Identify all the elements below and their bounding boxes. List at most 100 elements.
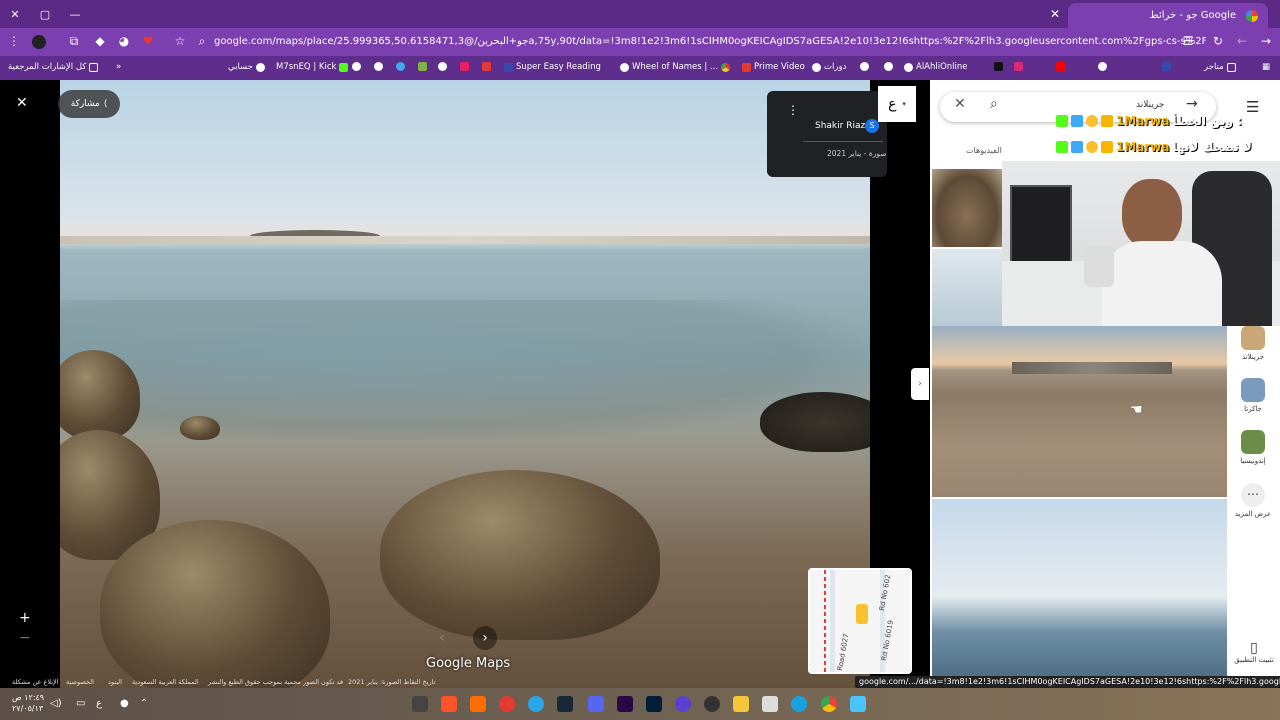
street-view-photo[interactable]: Google Maps (60, 80, 870, 688)
bookmark-blue[interactable] (1162, 62, 1171, 71)
browser-tab-active[interactable]: ✕ جو - خرائط Google (1050, 3, 1268, 28)
contributor-name[interactable]: Shakir Riaz (815, 121, 865, 131)
directions-arrow-icon[interactable]: → (1186, 96, 1198, 112)
edge-icon[interactable] (791, 696, 807, 712)
zoom-in-button[interactable]: + (19, 610, 31, 626)
forward-icon[interactable]: ← (1234, 34, 1250, 48)
extension-heart-icon[interactable]: ♥ (140, 34, 156, 48)
bookmark-courses[interactable]: دورات (812, 62, 846, 72)
bookmark-star-icon[interactable]: ☆ (172, 34, 188, 48)
install-app-button[interactable]: ▯ تثبيت التطبيق (1232, 640, 1276, 664)
prime-icon (742, 62, 751, 72)
zoom-out-button[interactable]: − (19, 630, 31, 646)
app-icon[interactable] (412, 696, 428, 712)
discord-icon[interactable] (588, 696, 604, 712)
chrome-icon[interactable] (821, 696, 837, 712)
bookmark-download[interactable] (418, 62, 427, 71)
close-window-icon[interactable]: ✕ (0, 0, 30, 28)
back-icon[interactable]: → (1258, 34, 1274, 48)
bookmark-globe-6[interactable] (1098, 62, 1107, 71)
extension-icon[interactable] (32, 35, 46, 49)
bookmark-edge[interactable] (396, 62, 405, 71)
search-input[interactable]: جرينلاند (1136, 100, 1164, 110)
speaker-icon[interactable]: ◁) (50, 698, 62, 709)
bookmark-instagram[interactable] (1014, 62, 1023, 71)
clear-search-icon[interactable]: ✕ (954, 96, 966, 112)
badge-icon (1086, 115, 1098, 127)
tab-videos[interactable]: الفيديوهات (966, 146, 1002, 155)
extension-diamond-icon[interactable]: ◆ (92, 34, 108, 48)
app-icon[interactable] (499, 696, 515, 712)
menu-dots-icon[interactable]: ⋮ (6, 34, 22, 48)
minimize-window-icon[interactable]: — (60, 0, 90, 28)
bookmark-kick[interactable]: M7snEQ | Kick (276, 62, 349, 72)
restore-window-icon[interactable]: ▢ (30, 0, 60, 28)
close-tab-icon[interactable]: ✕ (1050, 7, 1060, 21)
close-viewer-icon[interactable]: ✕ (16, 95, 28, 111)
microphone-icon[interactable]: ● (120, 698, 129, 709)
bookmark-all[interactable]: كل الإشارات المرجعية (8, 62, 99, 72)
bookmark-red[interactable] (482, 62, 491, 71)
photo-thumbnail[interactable] (932, 169, 1002, 247)
photoshop-icon[interactable] (646, 696, 662, 712)
language-toggle[interactable]: ع ▾ (878, 86, 916, 122)
bookmarks-overflow-icon[interactable]: » (116, 62, 121, 72)
category-greenland[interactable]: جرينلاند (1233, 326, 1273, 361)
app-icon[interactable] (675, 696, 691, 712)
photo-thumbnail-beach[interactable]: ☚ (932, 326, 1227, 497)
site-settings-icon[interactable]: ☰ (1180, 34, 1196, 48)
brave-icon[interactable] (441, 696, 457, 712)
bookmark-my-account[interactable]: حسابي (228, 62, 265, 72)
premiere-icon[interactable] (617, 696, 633, 712)
bookmark-globe-2[interactable] (374, 62, 383, 71)
bookmark-super-easy-reading[interactable]: Super Easy Reading (504, 62, 601, 72)
bookmark-globe-4[interactable] (860, 62, 869, 71)
tray-chevron-icon[interactable]: ⌃ (140, 698, 148, 709)
bookmark-globe-1[interactable] (352, 62, 361, 71)
puzzle-icon[interactable]: ⧉ (66, 34, 82, 49)
category-jakarta[interactable]: جاكرتا (1233, 378, 1273, 413)
category-indonesia[interactable]: إندونيسيا (1233, 430, 1273, 465)
privacy-link[interactable]: الخصوصية (66, 678, 94, 686)
url-field[interactable]: google.com/maps/place/جو+البحرين/@25.999… (214, 32, 1206, 52)
bookmark-globe-3[interactable] (438, 62, 447, 71)
reload-icon[interactable]: ↻ (1210, 34, 1226, 48)
bookmark-alahli[interactable]: AlAhliOnline (904, 62, 968, 72)
bookmark-pink[interactable] (460, 62, 469, 71)
steam-icon[interactable] (557, 696, 573, 712)
windows-start-icon[interactable] (850, 696, 866, 712)
share-button[interactable]: مشاركة ⟨ (58, 90, 120, 118)
zoom-icon[interactable]: ⌕ (194, 34, 210, 49)
street-view-minimap[interactable]: Rd No 602 Rd No 6019 Road 6027 (808, 568, 912, 674)
terms-link[interactable]: البنود (108, 678, 122, 686)
next-photo-button[interactable]: › (473, 626, 497, 650)
bookmark-wheel-of-names[interactable]: Wheel of Names | ... (620, 62, 731, 72)
photo-thumbnail-sea[interactable] (932, 499, 1227, 676)
network-icon[interactable]: ▭ (76, 698, 85, 709)
search-icon[interactable]: ⌕ (990, 96, 998, 112)
app-icon[interactable] (704, 696, 720, 712)
more-options-icon[interactable]: ⋮ (787, 103, 799, 117)
photo-thumbnail[interactable] (932, 249, 1002, 327)
bookmark-youtube[interactable] (1056, 62, 1065, 71)
app-icon[interactable] (470, 696, 486, 712)
bookmark-globe-5[interactable] (884, 62, 893, 71)
hamburger-menu-icon[interactable]: ☰ (1246, 98, 1259, 116)
extension-face-icon[interactable]: ◕ (116, 34, 132, 48)
language-indicator[interactable]: ع (96, 698, 102, 709)
region-link[interactable]: المملكة العربية السعودية (132, 678, 199, 686)
bookmark-prime-video[interactable]: Prime Video (742, 62, 805, 72)
previous-photo-button[interactable]: ‹ (430, 626, 454, 650)
telegram-icon[interactable] (528, 696, 544, 712)
taskbar-clock[interactable]: ١٢:٤٩ ص ٢٧/٠٥/١٣ (12, 692, 44, 714)
apps-grid-icon[interactable]: ▦ (1262, 62, 1270, 72)
bookmark-stores[interactable]: متاجر (1204, 62, 1236, 72)
report-problem-link[interactable]: الإبلاغ عن مشكلة (12, 678, 59, 686)
file-explorer-icon[interactable] (733, 696, 749, 712)
address-bar: ⋮ ⧉ ◆ ◕ ♥ ☆ ⌕ google.com/maps/place/جو+ا… (0, 28, 1280, 56)
category-show-more[interactable]: ⋯ عرض المزيد (1233, 483, 1273, 518)
store-icon[interactable] (762, 696, 778, 712)
contributor-avatar[interactable]: S (865, 119, 879, 133)
bookmark-tiktok[interactable] (994, 62, 1003, 71)
collapse-panel-button[interactable]: › (911, 368, 929, 400)
